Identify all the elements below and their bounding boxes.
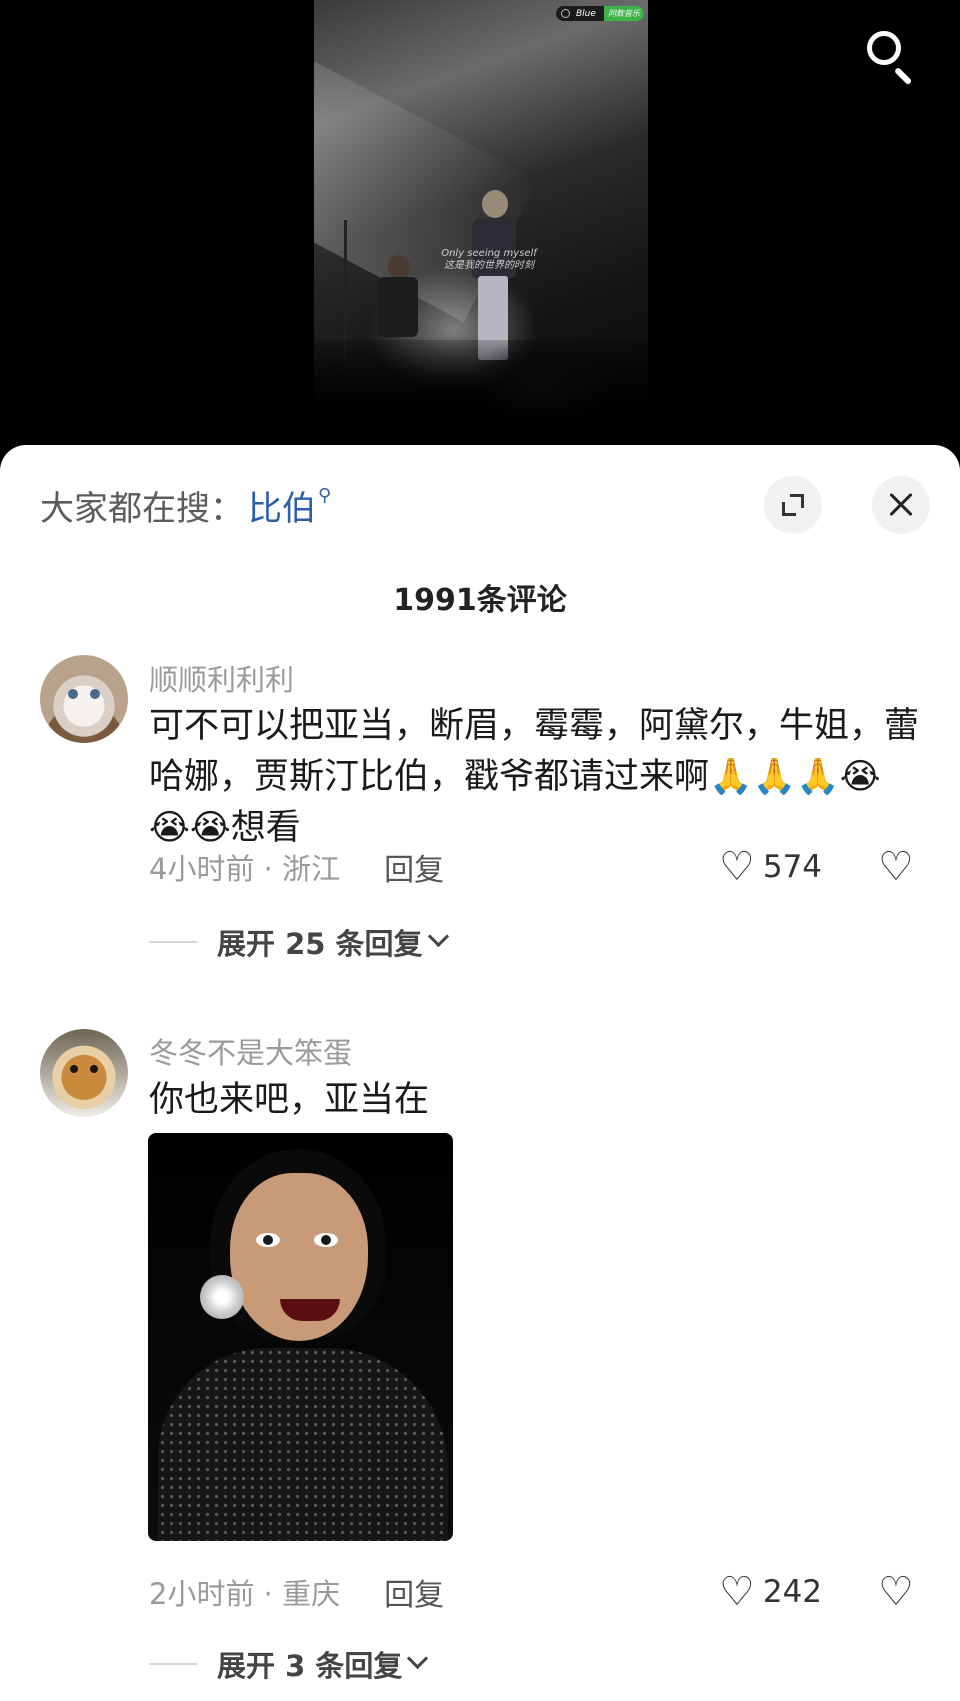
- mic-stand: [344, 220, 347, 360]
- expand-button[interactable]: [764, 476, 822, 534]
- comment-text: 可不可以把亚当，断眉，霉霉，阿黛尔，牛姐，蕾哈娜，贾斯汀比伯，戳爷都请过来啊🙏🙏…: [149, 706, 920, 848]
- lyric-caption: Only seeing myself 这是我的世界的时刻: [434, 248, 544, 272]
- trending-search-term[interactable]: 比伯: [248, 481, 316, 530]
- trending-search-prefix: 大家都在搜：: [40, 488, 244, 529]
- like-count: 242: [762, 1574, 823, 1610]
- close-button[interactable]: [872, 476, 930, 534]
- comment-count: 1991条评论: [393, 583, 567, 618]
- music-tag[interactable]: 同款音乐: [604, 6, 644, 21]
- broken-heart-icon[interactable]: ♡: [878, 1572, 914, 1612]
- comment-username[interactable]: 冬冬不是大笨蛋: [149, 1030, 352, 1072]
- mini-search-icon: ⚲: [318, 484, 332, 506]
- heart-icon: ♡: [719, 1569, 755, 1615]
- like-button[interactable]: ♡ 574: [719, 847, 822, 887]
- comment-image-meme[interactable]: [148, 1133, 453, 1541]
- reply-button[interactable]: 回复: [384, 845, 444, 889]
- expand-replies-label: 展开 3 条回复: [217, 1649, 403, 1683]
- expand-icon: [782, 494, 804, 516]
- avatar[interactable]: [40, 1029, 128, 1117]
- comment-meta: 4小时前 · 浙江 回复 ♡ 574 ♡: [149, 842, 919, 892]
- expand-replies-label: 展开 25 条回复: [217, 927, 423, 961]
- expand-replies[interactable]: 展开 25 条回复: [149, 921, 449, 963]
- avatar[interactable]: [40, 655, 128, 743]
- expand-replies[interactable]: 展开 3 条回复: [149, 1643, 429, 1685]
- singer: [464, 190, 524, 360]
- divider-line: [149, 941, 197, 943]
- video-player[interactable]: Only seeing myself 这是我的世界的时刻 Blue 同款音乐: [0, 0, 960, 450]
- comment-text: 你也来吧，亚当在: [149, 1080, 430, 1120]
- reply-button[interactable]: 回复: [384, 1570, 444, 1614]
- comment-time-location: 2小时前 · 重庆: [149, 1577, 341, 1611]
- video-frame[interactable]: Only seeing myself 这是我的世界的时刻: [314, 0, 648, 450]
- comment-time-location: 4小时前 · 浙江: [149, 852, 341, 886]
- lyric-line-2: 这是我的世界的时刻: [444, 260, 534, 271]
- chevron-down-icon: [407, 1647, 429, 1669]
- close-icon: [888, 492, 914, 518]
- comment-username[interactable]: 顺顺利利利: [149, 657, 294, 699]
- like-count: 574: [762, 849, 823, 885]
- comment-meta: 2小时前 · 重庆 回复 ♡ 242 ♡: [149, 1567, 919, 1617]
- chevron-down-icon: [427, 925, 449, 947]
- broken-heart-icon[interactable]: ♡: [878, 847, 914, 887]
- crowd-silhouette: [314, 340, 648, 450]
- divider-line: [149, 1663, 197, 1665]
- music-search-icon: [561, 9, 570, 18]
- music-title: Blue: [576, 8, 596, 19]
- search-icon[interactable]: [862, 26, 922, 86]
- comment-sheet: 大家都在搜： 比伯 ⚲ 1991条评论 顺顺利利利 可不可以把亚当，断眉，霉霉，…: [0, 445, 960, 1701]
- trending-search[interactable]: 大家都在搜： 比伯 ⚲: [40, 480, 331, 530]
- seated-performer: [372, 255, 422, 345]
- like-button[interactable]: ♡ 242: [719, 1572, 822, 1612]
- music-pill[interactable]: Blue 同款音乐: [556, 6, 644, 21]
- heart-icon: ♡: [719, 844, 755, 890]
- lyric-line-1: Only seeing myself: [441, 248, 537, 259]
